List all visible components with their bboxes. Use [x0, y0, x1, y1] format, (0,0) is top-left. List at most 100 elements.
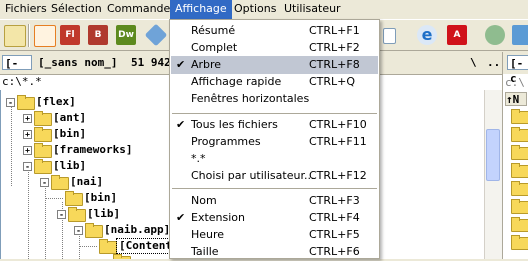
users-icon[interactable] [485, 25, 505, 45]
folder-icon [511, 127, 528, 142]
collapse-icon[interactable]: - [57, 210, 66, 219]
collapse-icon[interactable]: - [6, 98, 15, 107]
internet-explorer-icon-label: e [421, 25, 433, 44]
tree-node-label: [lib] [53, 159, 87, 172]
volume-label: [_sans nom_] [38, 56, 118, 69]
menu-item-programmes[interactable]: Programmes CTRL+F11 [171, 133, 378, 151]
expand-icon[interactable]: + [23, 146, 32, 155]
tree-guide [79, 246, 97, 247]
menu-item-shortcut: CTRL+F12 [309, 169, 367, 182]
folder-icon [17, 95, 35, 110]
folder-icon [34, 111, 52, 126]
tree-node-label: [nai] [70, 175, 104, 188]
internet-explorer-icon[interactable]: e [417, 25, 437, 45]
menu-item-nom[interactable]: Nom CTRL+F3 [171, 192, 378, 210]
menu-separator [172, 113, 377, 114]
folder-icon [511, 235, 528, 250]
cube-icon[interactable] [144, 23, 168, 47]
menu-item-shortcut: CTRL+F2 [309, 41, 360, 54]
menu-options[interactable]: Options [229, 0, 281, 19]
folder-icon [511, 181, 528, 196]
menu-item-shortcut: CTRL+F5 [309, 228, 360, 241]
menu-fichiers[interactable]: Fichiers [0, 0, 52, 19]
compress-icon[interactable] [34, 25, 56, 47]
menu-item-shortcut: CTRL+F3 [309, 194, 360, 207]
drive-select[interactable]: [-c-] [2, 55, 32, 85]
menu-item-taille[interactable]: Taille CTRL+F6 [171, 243, 378, 261]
acrobat-icon-label: A [453, 30, 461, 40]
parent-button[interactable]: .. [487, 56, 500, 69]
free-space: 51 942 [131, 56, 171, 69]
toolbar-separator [28, 24, 30, 47]
flash-icon[interactable]: Fl [60, 25, 80, 45]
menu-item-fenetres-horizontales[interactable]: Fenêtres horizontales [171, 90, 378, 108]
folder-icon [34, 143, 52, 158]
menu-utilisateur[interactable]: Utilisateur [279, 0, 346, 19]
menu-item-heure[interactable]: Heure CTRL+F5 [171, 226, 378, 244]
folder-icon [511, 199, 528, 214]
folder-icon [34, 127, 52, 142]
acrobat-icon[interactable]: A [447, 25, 467, 45]
expand-icon[interactable]: + [23, 130, 32, 139]
menu-item-shortcut: CTRL+Q [309, 75, 356, 88]
dreamweaver-icon-label: Dw [118, 30, 134, 40]
menu-item-tous-les-fichiers[interactable]: ✔ Tous les fichiers CTRL+F10 [171, 116, 378, 134]
affichage-dropdown: Résumé CTRL+F1 Complet CTRL+F2 ✔ Arbre C… [169, 19, 380, 259]
menu-item-label: Résumé [191, 24, 236, 37]
notepad-icon[interactable] [4, 25, 26, 47]
bridge-icon-label: B [94, 30, 102, 40]
tree-node-label: [bin] [84, 191, 118, 204]
flash-icon-label: Fl [65, 30, 75, 40]
folder-icon [511, 217, 528, 232]
menu-item-affichage-rapide[interactable]: Affichage rapide CTRL+Q [171, 73, 378, 91]
menu-item-choisi-par-utilisateur[interactable]: Choisi par utilisateur... CTRL+F12 [171, 167, 378, 185]
menu-item-resume[interactable]: Résumé CTRL+F1 [171, 22, 378, 40]
menu-item-shortcut: CTRL+F11 [309, 135, 367, 148]
tree-guide [45, 198, 63, 199]
folder-icon [511, 145, 528, 160]
folder-icon [34, 159, 52, 174]
collapse-icon[interactable]: - [40, 178, 49, 187]
collapse-icon[interactable]: - [74, 226, 83, 235]
menu-item-label: Programmes [191, 135, 261, 148]
expand-icon[interactable]: + [23, 114, 32, 123]
right-drive-bar: [-c [503, 52, 528, 85]
toolbar-extra-icon[interactable] [512, 25, 528, 45]
folder-icon [511, 109, 528, 124]
dreamweaver-icon[interactable]: Dw [116, 25, 136, 45]
menu-item-complet[interactable]: Complet CTRL+F2 [171, 39, 378, 57]
toolbar-field-edge[interactable] [383, 28, 396, 44]
tree-node-label: [frameworks] [53, 143, 133, 156]
menu-item-label: Heure [191, 228, 225, 241]
right-column-header[interactable]: ↑N [505, 92, 527, 106]
collapse-icon[interactable]: - [23, 162, 32, 171]
menu-item-label: Choisi par utilisateur... [191, 169, 315, 182]
menu-item-shortcut: CTRL+F1 [309, 24, 360, 37]
folder-icon [51, 175, 69, 190]
menu-item-label: Extension [191, 211, 246, 224]
menu-bar: Fichiers Sélection Commandes Affichage O… [0, 0, 528, 19]
bridge-icon[interactable]: B [88, 25, 108, 45]
menu-item-shortcut: CTRL+F6 [309, 245, 360, 258]
tree-node-label: [flex] [36, 95, 76, 108]
menu-item-label: Tous les fichiers [191, 118, 278, 131]
menu-item-arbre[interactable]: ✔ Arbre CTRL+F8 [171, 56, 378, 74]
scrollbar-thumb[interactable] [486, 129, 500, 181]
menu-item-star-dot-star[interactable]: *.* [171, 150, 378, 168]
menu-item-shortcut: CTRL+F8 [309, 58, 360, 71]
menu-item-label: Nom [191, 194, 217, 207]
right-drive-select[interactable]: [-c [507, 55, 528, 85]
root-button[interactable]: \ [470, 56, 477, 69]
folder-icon [65, 191, 83, 206]
tree-node-label: [lib] [87, 207, 121, 220]
folder-icon [85, 223, 103, 238]
menu-item-label: Arbre [191, 58, 222, 71]
check-icon: ✔ [176, 211, 186, 224]
tree-scrollbar[interactable] [484, 90, 502, 259]
menu-affichage[interactable]: Affichage [170, 0, 232, 19]
right-panel[interactable]: [-c c:\ ↑N [502, 52, 528, 259]
menu-item-extension[interactable]: ✔ Extension CTRL+F4 [171, 209, 378, 227]
menu-selection[interactable]: Sélection [46, 0, 107, 19]
folder-icon [68, 207, 86, 222]
tree-node-label: [bin] [53, 127, 87, 140]
